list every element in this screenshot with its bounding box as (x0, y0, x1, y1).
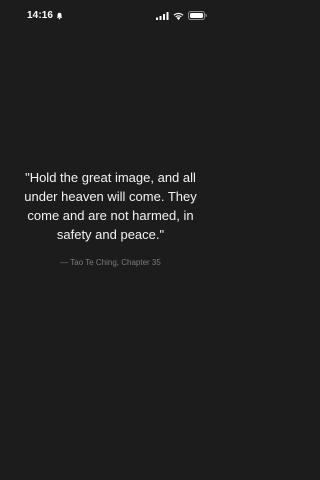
status-bar: 14:16 (0, 0, 221, 32)
battery-icon (188, 11, 207, 20)
quote-screen: 14:16 "Hold the great image, and all und… (0, 0, 221, 480)
quote-text: "Hold the great image, and all under hea… (24, 170, 197, 242)
status-time: 14:16 (27, 10, 54, 21)
wifi-icon (173, 12, 184, 20)
status-bar-left: 14:16 (27, 10, 63, 22)
status-bar-right (156, 11, 207, 20)
bell-icon (56, 12, 63, 20)
quote-block: "Hold the great image, and all under hea… (0, 168, 221, 268)
quote-source: — Tao Te Ching, Chapter 35 (60, 258, 161, 267)
cellular-signal-icon (156, 11, 169, 20)
